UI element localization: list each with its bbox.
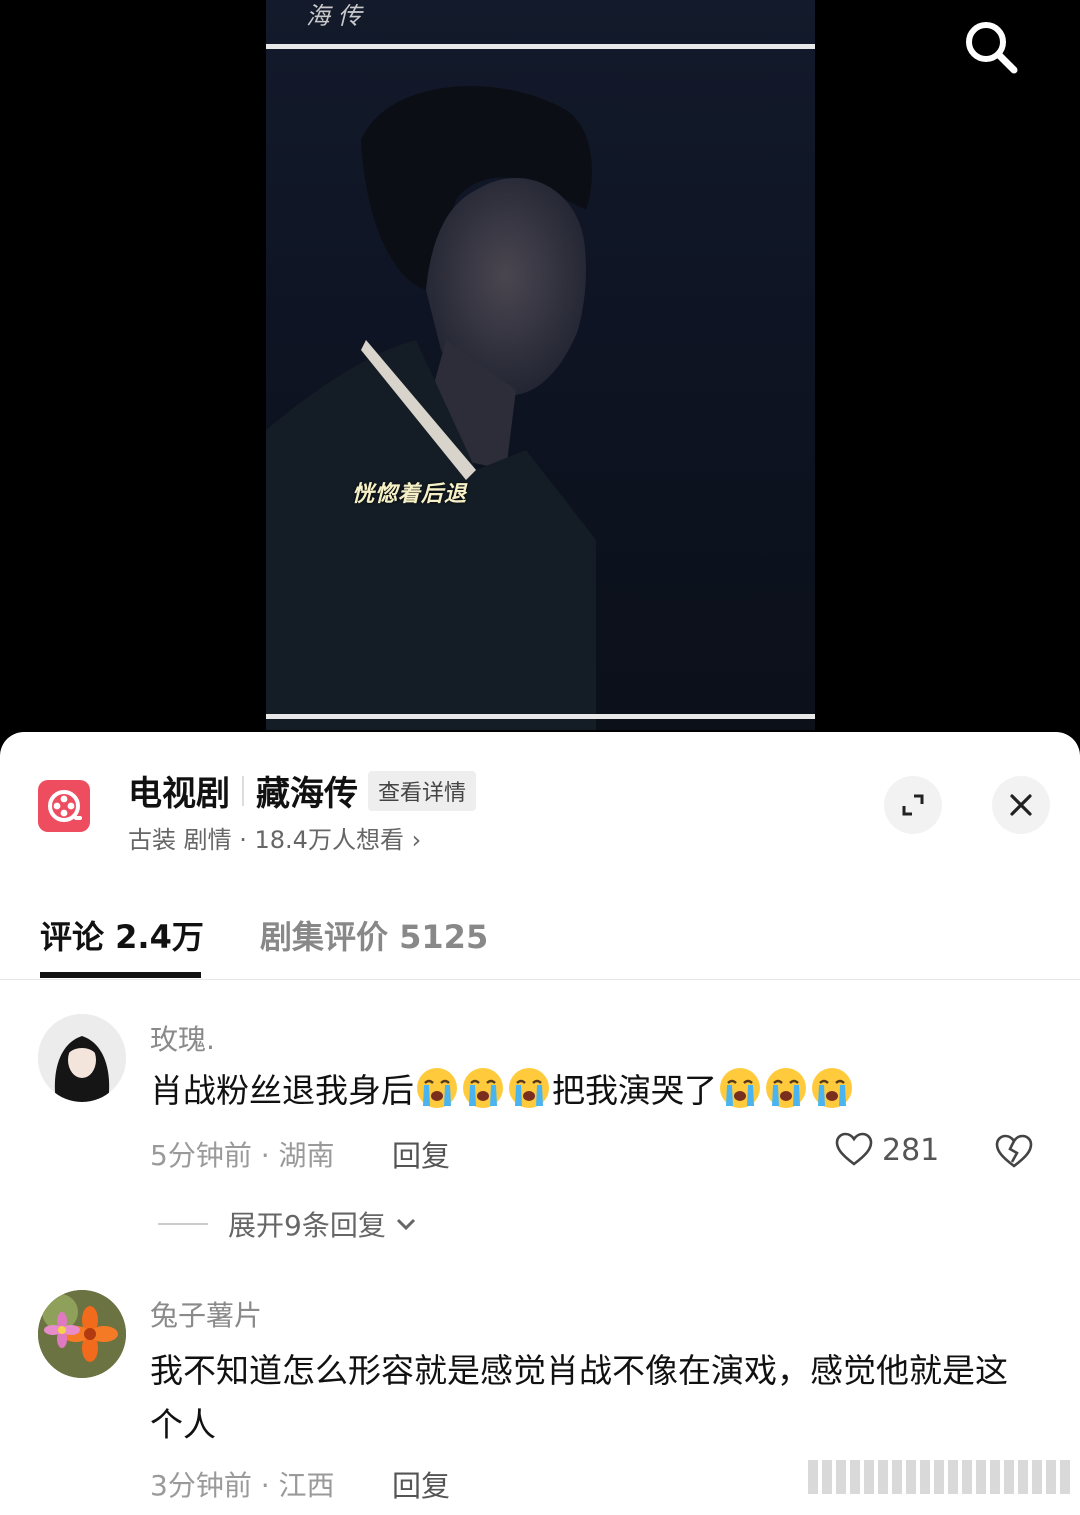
close-button[interactable]: [992, 776, 1050, 834]
broken-heart-icon: [995, 1134, 1033, 1168]
avatar[interactable]: [38, 1290, 126, 1378]
expand-icon: [902, 794, 924, 816]
title-separator: [242, 775, 244, 806]
drama-name: 藏海传: [256, 774, 358, 814]
reply-button[interactable]: 回复: [392, 1133, 450, 1175]
crying-emoji-icon: [766, 1068, 806, 1108]
crying-emoji-icon: [509, 1068, 549, 1108]
comment-text: 肖战粉丝退我身后 把我演哭了: [150, 1064, 1030, 1118]
crying-emoji-icon: [812, 1068, 852, 1108]
tab-episode-reviews[interactable]: 剧集评价 5125: [260, 912, 488, 958]
comment-text: 我不知道怎么形容就是感觉肖战不像在演戏，感觉他就是这个人: [150, 1351, 1008, 1444]
expand-fullscreen-button[interactable]: [884, 776, 942, 834]
expand-replies-button[interactable]: 展开9条回复: [158, 1204, 420, 1244]
chevron-right-icon: ›: [411, 826, 422, 854]
drama-title-row[interactable]: 电视剧 藏海传 查看详情: [128, 766, 477, 815]
video-bottom-border: [266, 714, 815, 719]
drama-meta-text: 古装 剧情 · 18.4万人想看: [128, 826, 404, 854]
like-button[interactable]: 281: [834, 1130, 939, 1170]
tab-bar: 评论 2.4万 剧集评价 5125: [0, 904, 1080, 980]
expand-divider: [158, 1223, 208, 1225]
crying-emoji-group: [414, 1068, 552, 1110]
tab-comments[interactable]: 评论 2.4万: [40, 912, 204, 958]
crying-emoji-group: [717, 1068, 855, 1110]
view-details-button[interactable]: 查看详情: [368, 770, 477, 811]
video-player[interactable]: 海 传 恍惚着后退: [0, 0, 1080, 760]
avatar[interactable]: [38, 1014, 126, 1102]
crying-emoji-icon: [417, 1068, 457, 1108]
drama-meta-link[interactable]: 古装 剧情 · 18.4万人想看 ›: [128, 820, 421, 855]
comment-time-location: 5分钟前 · 湖南: [150, 1139, 335, 1172]
comment-text-part: 肖战粉丝退我身后: [150, 1071, 414, 1110]
expand-replies-label: 展开9条回复: [228, 1209, 386, 1242]
video-frame[interactable]: 海 传 恍惚着后退: [266, 0, 815, 730]
bottom-gesture-marks: [808, 1460, 1070, 1494]
page: 海 传 恍惚着后退 电视剧 藏海传 查看详情 古装 剧情 · 18.4万人想看 …: [0, 0, 1080, 1515]
dislike-button[interactable]: [994, 1132, 1034, 1176]
drama-category: 电视剧: [128, 774, 230, 814]
comment-username[interactable]: 玫瑰.: [150, 1018, 215, 1058]
like-count: 281: [882, 1132, 940, 1168]
crying-emoji-icon: [720, 1068, 760, 1108]
comment-panel: 电视剧 藏海传 查看详情 古装 剧情 · 18.4万人想看 › 评论 2.4万 …: [0, 732, 1080, 1515]
comment-username[interactable]: 兔子薯片: [150, 1294, 262, 1334]
close-icon: [1010, 794, 1032, 816]
video-subtitle: 恍惚着后退: [352, 482, 468, 507]
comment-text-part: 把我演哭了: [552, 1071, 717, 1110]
comment-time-location: 3分钟前 · 江西: [150, 1469, 335, 1502]
drama-app-icon[interactable]: [38, 780, 90, 832]
search-icon[interactable]: [958, 14, 1022, 78]
crying-emoji-icon: [463, 1068, 503, 1108]
video-character-silhouette: [266, 86, 596, 730]
chevron-down-icon: [396, 1218, 415, 1231]
reply-button[interactable]: 回复: [392, 1463, 450, 1505]
active-tab-indicator: [40, 972, 201, 978]
heart-icon: [835, 1132, 873, 1166]
